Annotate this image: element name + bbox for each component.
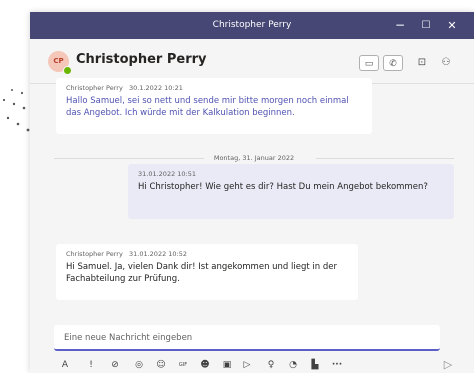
message-meta: Christopher Perry 30.1.2022 10:21	[66, 84, 362, 92]
own-message-bubble[interactable]: 31.01.2022 10:51 Hi Christopher! Wie geh…	[128, 164, 454, 219]
message-text: Hi Christopher! Wie geht es dir? Hast Du…	[138, 182, 428, 192]
message-timestamp: 31.01.2022 10:52	[129, 250, 188, 258]
emoji-icon[interactable]: ☺	[154, 358, 168, 372]
close-icon[interactable]: ✕	[440, 12, 464, 39]
minimize-icon[interactable]: −	[388, 12, 412, 39]
message-sender: Christopher Perry	[66, 250, 123, 258]
screen-share-icon[interactable]: ⊡	[414, 55, 430, 71]
title-bar: Christopher Perry − ☐ ✕	[30, 12, 474, 39]
phone-call-icon[interactable]: ✆	[383, 55, 403, 71]
approvals-icon[interactable]: ◔	[286, 358, 300, 372]
video-call-icon[interactable]: ▭	[359, 55, 379, 71]
contact-name[interactable]: Christopher Perry	[76, 52, 207, 67]
message-input[interactable]	[62, 326, 426, 350]
gif-icon[interactable]: GIF	[176, 358, 190, 372]
send-icon[interactable]: ▷	[440, 358, 456, 372]
people-settings-icon[interactable]: ⚇	[438, 55, 454, 71]
presence-indicator	[63, 66, 72, 75]
message-bubble[interactable]: Christopher Perry 31.01.2022 10:52 Hi Sa…	[56, 244, 358, 300]
praise-icon[interactable]: ♀	[264, 358, 278, 372]
chat-window: Christopher Perry − ☐ ✕ CP Christopher P…	[30, 12, 474, 373]
message-timestamp: 31.01.2022 10:51	[138, 170, 197, 178]
apps-icon[interactable]: ▙	[308, 358, 322, 372]
composer-toolbar: A ! ⊘ ◎ ☺ GIF ☻ ▣ ▷ ♀ ◔ ▙ ··· ▷	[54, 358, 474, 373]
message-timestamp: 30.1.2022 10:21	[129, 84, 183, 92]
attach-icon[interactable]: ⊘	[108, 358, 122, 372]
chat-header: CP Christopher Perry ▭ ✆ ⊡ ⚇	[30, 39, 474, 83]
sticker-icon[interactable]: ☻	[198, 358, 212, 372]
stream-icon[interactable]: ▷	[240, 358, 254, 372]
message-text: Hallo Samuel, sei so nett und sende mir …	[66, 96, 349, 118]
meeting-icon[interactable]: ▣	[220, 358, 234, 372]
important-icon[interactable]: !	[84, 358, 98, 372]
more-icon[interactable]: ···	[330, 358, 344, 372]
format-icon[interactable]: A	[58, 358, 72, 372]
message-meta: Christopher Perry 31.01.2022 10:52	[66, 250, 348, 258]
date-label: Montag, 31. Januar 2022	[213, 154, 295, 162]
message-text: Hi Samuel. Ja, vielen Dank dir! Ist ange…	[66, 262, 337, 284]
message-sender: Christopher Perry	[66, 84, 123, 92]
date-separator: Montag, 31. Januar 2022	[54, 152, 454, 164]
message-composer[interactable]	[54, 325, 440, 351]
message-bubble[interactable]: Christopher Perry 30.1.2022 10:21 Hallo …	[56, 78, 372, 134]
loop-icon[interactable]: ◎	[132, 358, 146, 372]
maximize-icon[interactable]: ☐	[414, 12, 438, 39]
